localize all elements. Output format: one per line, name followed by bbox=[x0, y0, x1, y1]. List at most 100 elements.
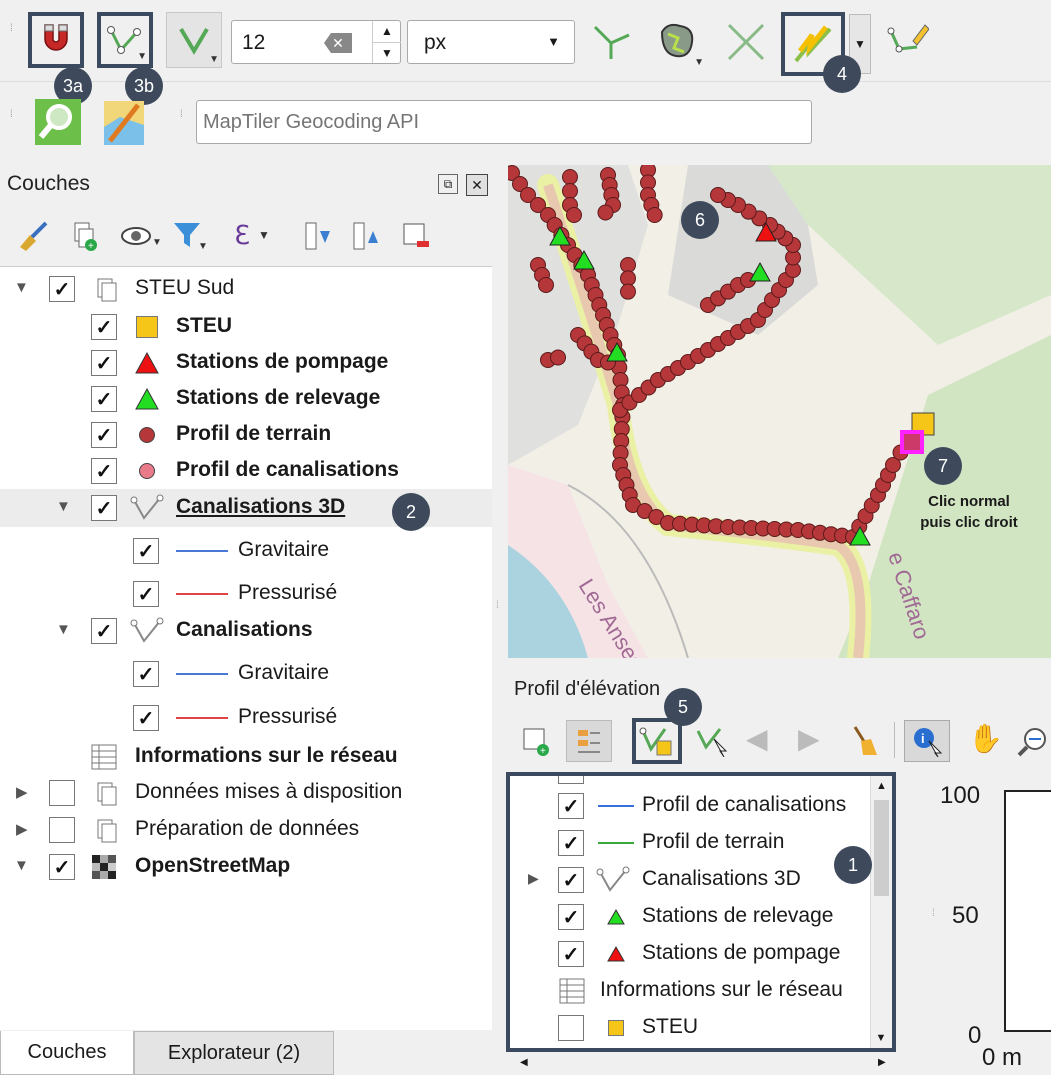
capture-from-feature-icon[interactable] bbox=[692, 724, 732, 758]
tolerance-value[interactable]: 12 bbox=[242, 31, 265, 55]
y-axis-50: 50 bbox=[952, 902, 979, 929]
remove-layer-icon[interactable] bbox=[400, 220, 432, 252]
map-canvas[interactable]: Les Anses e Caffaro 6 7 Clic normal puis… bbox=[508, 165, 1051, 658]
pipe-point bbox=[620, 270, 636, 287]
map-edit-button[interactable] bbox=[96, 94, 152, 150]
scroll-down-icon[interactable]: ▼ bbox=[871, 1028, 891, 1048]
svg-text:+: + bbox=[88, 241, 94, 251]
layer-checkbox[interactable]: ✓ bbox=[49, 854, 75, 880]
layer-tree-toggle-icon[interactable] bbox=[566, 720, 612, 762]
map-pencil-icon bbox=[104, 101, 144, 145]
spin-down-icon[interactable]: ▼ bbox=[373, 42, 401, 63]
add-group-icon[interactable]: + bbox=[66, 220, 102, 252]
svg-text:i: i bbox=[921, 731, 925, 746]
panel-splitter[interactable]: ⁞ bbox=[494, 160, 506, 1074]
close-panel-button[interactable]: ✕ bbox=[466, 174, 488, 196]
expand-all-icon[interactable] bbox=[302, 220, 334, 252]
geocoding-search-input[interactable] bbox=[196, 100, 812, 144]
layer-checkbox[interactable] bbox=[558, 1015, 584, 1041]
layer-checkbox[interactable] bbox=[49, 780, 75, 806]
identify-search-button[interactable] bbox=[30, 94, 86, 150]
layer-checkbox[interactable]: ✓ bbox=[558, 941, 584, 967]
line-layer-icon bbox=[596, 866, 630, 892]
layer-checkbox[interactable] bbox=[49, 817, 75, 843]
new-profile-icon[interactable]: + bbox=[520, 724, 552, 758]
pencil-line-button[interactable] bbox=[878, 14, 934, 70]
split-tool-button[interactable] bbox=[584, 14, 640, 70]
layer-checkbox[interactable]: ✓ bbox=[558, 793, 584, 819]
toolbar-separator bbox=[894, 722, 895, 758]
scroll-right-icon[interactable]: ▶ bbox=[878, 1057, 886, 1068]
layer-checkbox[interactable]: ✓ bbox=[91, 422, 117, 448]
spin-up-icon[interactable]: ▲ bbox=[373, 21, 401, 42]
layer-checkbox[interactable]: ✓ bbox=[91, 386, 117, 412]
layer-checkbox[interactable]: ✓ bbox=[133, 661, 159, 687]
vertex-tool-button[interactable]: ▼ bbox=[97, 12, 153, 68]
tab-couches[interactable]: Couches bbox=[0, 1031, 134, 1075]
pipe-point bbox=[562, 183, 578, 199]
layer-checkbox[interactable]: ✓ bbox=[91, 314, 117, 340]
collapsed-arrow-icon[interactable]: ▶ bbox=[16, 783, 28, 801]
layer-checkbox[interactable]: ✓ bbox=[558, 904, 584, 930]
expand-arrow-icon[interactable]: ▼ bbox=[56, 498, 71, 515]
layer-label: Pressurisé bbox=[238, 705, 338, 728]
toolbar-grip[interactable]: ⁞ bbox=[10, 24, 16, 34]
digitize-mode-button[interactable]: ▼ bbox=[166, 12, 222, 68]
layer-checkbox[interactable]: ✓ bbox=[133, 538, 159, 564]
layer-label: STEU bbox=[176, 314, 233, 337]
float-panel-button[interactable]: ⧉ bbox=[438, 174, 458, 194]
layer-checkbox[interactable]: ✓ bbox=[558, 830, 584, 856]
forward-arrow-icon[interactable]: ▶ bbox=[798, 722, 820, 755]
layer-checkbox[interactable]: ✓ bbox=[91, 350, 117, 376]
tab-explorateur[interactable]: Explorateur (2) bbox=[134, 1031, 334, 1075]
layer-checkbox[interactable]: ✓ bbox=[91, 495, 117, 521]
layer-checkbox[interactable]: ✓ bbox=[91, 458, 117, 484]
scroll-left-icon[interactable]: ◀ bbox=[520, 1057, 528, 1068]
toolbar-row-1: ⁞ ▼ ▼ 12 ✕ ▲ ▼ px ▼ ▼ ▼ bbox=[0, 0, 1051, 82]
snapping-magnet-button[interactable] bbox=[28, 12, 84, 68]
callout-2: 2 bbox=[392, 493, 430, 531]
style-brush-icon[interactable] bbox=[14, 220, 50, 252]
elevation-panel-title: Profil d'élévation bbox=[514, 678, 661, 700]
layer-checkbox[interactable]: ✓ bbox=[133, 705, 159, 731]
filter-icon[interactable]: ▼ bbox=[170, 220, 210, 252]
selected-vertex-marker[interactable] bbox=[900, 430, 924, 454]
layer-checkbox[interactable]: ✓ bbox=[49, 276, 75, 302]
layer-checkbox[interactable]: ✓ bbox=[133, 581, 159, 607]
collapsed-arrow-icon[interactable]: ▶ bbox=[528, 870, 539, 887]
eye-icon[interactable]: ▼ bbox=[118, 220, 162, 252]
zoom-full-icon[interactable] bbox=[1016, 724, 1050, 758]
tolerance-spinbox[interactable]: 12 ✕ ▲ ▼ bbox=[231, 20, 401, 64]
identify-button[interactable]: i bbox=[904, 720, 950, 762]
layer-checkbox[interactable]: ✓ bbox=[91, 618, 117, 644]
layers-panel-title: Couches bbox=[7, 172, 90, 195]
scroll-up-icon[interactable]: ▲ bbox=[871, 776, 892, 796]
profile-list-hscroll[interactable]: ◀ ▶ bbox=[506, 1054, 896, 1072]
polygon-tool-button[interactable]: ▼ bbox=[650, 14, 706, 70]
layer-checkbox[interactable]: ✓ bbox=[558, 867, 584, 893]
capture-curve-button[interactable] bbox=[632, 718, 682, 764]
group-icon bbox=[92, 781, 120, 813]
layers-panel: Couches ⧉ ✕ + ▼ ▼ ℇ ▼ ▼ ✓ STEU Sud ✓ STE… bbox=[0, 160, 500, 1074]
profile-chart[interactable]: 100 50 0 0 m bbox=[936, 772, 1051, 1074]
profile-splitter[interactable]: ⁞ bbox=[932, 908, 935, 919]
spin-buttons[interactable]: ▲ ▼ bbox=[372, 21, 401, 63]
expression-filter-icon[interactable]: ℇ ▼ bbox=[220, 218, 284, 252]
collapse-all-icon[interactable] bbox=[350, 220, 382, 252]
toolbar-grip[interactable]: ⁞ bbox=[10, 110, 16, 120]
back-arrow-icon[interactable]: ◀ bbox=[746, 722, 768, 755]
clear-broom-icon[interactable] bbox=[848, 724, 880, 758]
layer-label: Canalisations 3D bbox=[176, 495, 346, 518]
expand-arrow-icon[interactable]: ▼ bbox=[14, 279, 29, 296]
expand-arrow-icon[interactable]: ▼ bbox=[56, 621, 71, 638]
toolbar-grip[interactable]: ⁞ bbox=[180, 110, 186, 120]
intersect-tool-button[interactable] bbox=[718, 14, 774, 70]
profile-list-scrollbar[interactable]: ▲ ▼ bbox=[870, 776, 892, 1048]
pan-hand-icon[interactable]: ✋ bbox=[968, 722, 1003, 755]
expand-arrow-icon[interactable]: ▼ bbox=[14, 857, 29, 874]
collapsed-arrow-icon[interactable]: ▶ bbox=[16, 820, 28, 838]
unit-select[interactable]: px ▼ bbox=[407, 20, 575, 64]
green-triangle-icon bbox=[607, 908, 625, 925]
clear-icon[interactable]: ✕ bbox=[324, 33, 352, 53]
scroll-thumb[interactable] bbox=[874, 800, 889, 896]
